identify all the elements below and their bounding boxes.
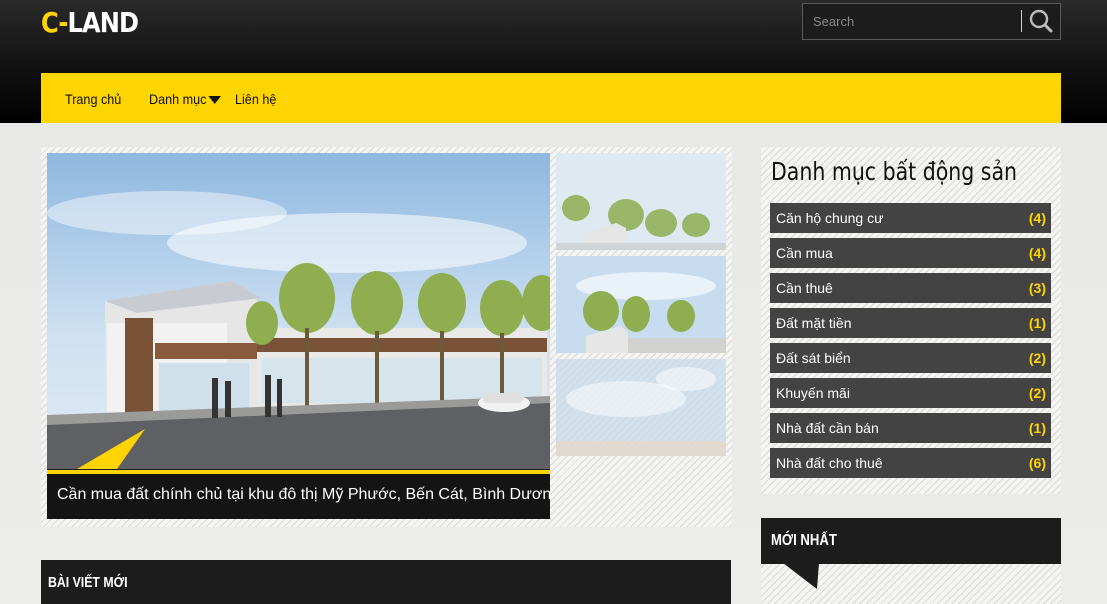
category-count: (4) <box>1028 245 1046 261</box>
search-input[interactable] <box>803 4 1021 39</box>
recent-posts-header: BÀI VIẾT MỚI <box>41 560 731 604</box>
nav-item-categories[interactable]: Danh mục <box>149 73 221 123</box>
search-box <box>802 3 1061 40</box>
category-count: (6) <box>1028 455 1046 471</box>
category-widget: Danh mục bất động sản Căn hộ chung cư (4… <box>761 147 1061 494</box>
category-label: Khuyến mãi <box>776 385 850 401</box>
main-nav: Trang chủ Danh mục Liên hệ <box>41 73 1061 123</box>
category-count: (3) <box>1028 280 1046 296</box>
category-count: (1) <box>1028 315 1046 331</box>
category-count: (4) <box>1028 210 1046 226</box>
category-item[interactable]: Cần mua (4) <box>770 238 1051 268</box>
thumbnail-image <box>556 153 726 250</box>
nav-item-categories-label: Danh mục <box>149 91 207 107</box>
category-label: Nhà đất cho thuê <box>776 455 883 471</box>
slider-thumb-1[interactable] <box>556 153 726 250</box>
category-item[interactable]: Cần thuê (3) <box>770 273 1051 303</box>
category-item[interactable]: Đất mặt tiền (1) <box>770 308 1051 338</box>
category-widget-title: Danh mục bất động sản <box>771 157 1018 186</box>
category-count: (2) <box>1028 385 1046 401</box>
category-label: Căn hộ chung cư <box>776 210 884 226</box>
caption-pointer-icon <box>77 429 145 469</box>
category-label: Nhà đất cần bán <box>776 420 879 436</box>
slide-caption-text: Cần mua đất chính chủ tại khu đô thị Mỹ … <box>57 486 550 503</box>
slide-caption[interactable]: Cần mua đất chính chủ tại khu đô thị Mỹ … <box>47 470 550 519</box>
category-item[interactable]: Nhà đất cần bán (1) <box>770 413 1051 443</box>
logo-text: LAND <box>67 6 139 39</box>
logo-accent: C- <box>41 6 68 39</box>
category-item[interactable]: Căn hộ chung cư (4) <box>770 203 1051 233</box>
site-logo[interactable]: C-LAND <box>41 6 139 39</box>
category-label: Đất sát biển <box>776 350 851 366</box>
thumbnail-image <box>556 359 726 456</box>
search-button[interactable] <box>1025 7 1057 37</box>
nav-item-home[interactable]: Trang chủ <box>65 73 121 123</box>
caret-down-icon <box>208 96 221 105</box>
category-item[interactable]: Khuyến mãi (2) <box>770 378 1051 408</box>
search-divider <box>1021 10 1022 32</box>
category-label: Cần thuê <box>776 280 833 296</box>
category-item[interactable]: Đất sát biển (2) <box>770 343 1051 373</box>
nav-item-contact[interactable]: Liên hệ <box>235 73 276 123</box>
featured-slider: Cần mua đất chính chủ tại khu đô thị Mỹ … <box>41 147 732 527</box>
category-label: Đất mặt tiền <box>776 315 852 331</box>
category-item[interactable]: Nhà đất cho thuê (6) <box>770 448 1051 478</box>
thumbnail-image <box>556 256 726 353</box>
search-icon <box>1029 9 1053 33</box>
latest-header: MỚI NHẤT <box>761 518 1061 564</box>
featured-image[interactable]: Cần mua đất chính chủ tại khu đô thị Mỹ … <box>47 153 550 519</box>
category-label: Cần mua <box>776 245 833 261</box>
slider-thumb-3[interactable] <box>556 359 726 456</box>
category-count: (1) <box>1028 420 1046 436</box>
header-pointer-icon <box>783 563 819 589</box>
recent-posts-title: BÀI VIẾT MỚI <box>48 574 128 591</box>
category-count: (2) <box>1028 350 1046 366</box>
slider-thumb-2[interactable] <box>556 256 726 353</box>
latest-widget: MỚI NHẤT <box>761 518 1061 604</box>
latest-title: MỚI NHẤT <box>771 532 837 549</box>
